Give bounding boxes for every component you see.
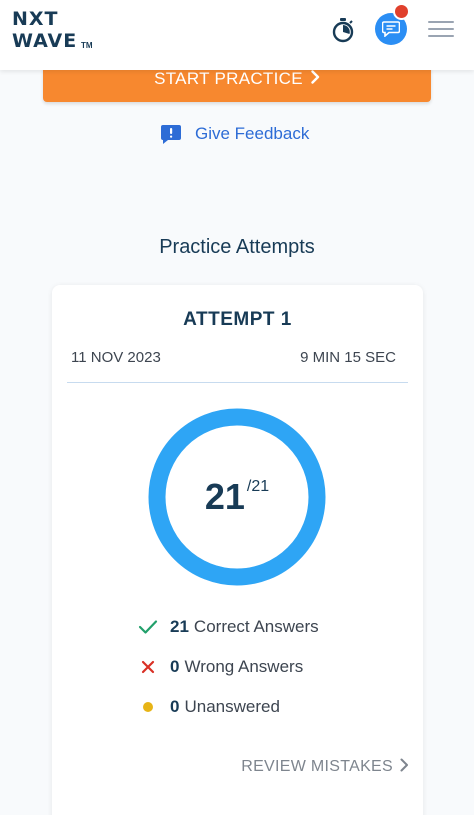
chat-icon (382, 21, 400, 37)
start-practice-label: START PRACTICE (154, 69, 303, 88)
yellow-dot-icon (138, 697, 158, 717)
attempt-title: ATTEMPT 1 (183, 309, 292, 330)
attempt-duration: 9 MIN 15 SEC (300, 349, 396, 366)
hamburger-menu-icon[interactable] (428, 19, 454, 39)
wrong-answers-stat: 0 Wrong Answers (138, 655, 303, 679)
practice-attempts-title: Practice Attempts (159, 236, 315, 258)
attempt-date: 11 NOV 2023 (71, 349, 161, 366)
give-feedback-label: Give Feedback (195, 124, 310, 143)
practice-page: NXT WAVE TM START PRACTICE Give Feedback… (0, 0, 474, 815)
chevron-right-icon (400, 758, 409, 777)
correct-count: 21 (170, 617, 189, 636)
correct-label: Correct Answers (193, 617, 319, 636)
correct-answers-stat: 21 Correct Answers (138, 615, 319, 639)
review-mistakes-label: REVIEW MISTAKES (241, 758, 393, 775)
card-divider (67, 382, 408, 383)
give-feedback-link[interactable]: Give Feedback (160, 121, 309, 147)
score-total: /21 (246, 478, 270, 495)
nxtwave-logo[interactable]: NXT WAVE TM (12, 9, 102, 55)
unanswered-count: 0 (170, 697, 180, 716)
notification-dot (393, 3, 410, 20)
review-mistakes-button[interactable]: REVIEW MISTAKES (241, 755, 409, 779)
feedback-icon (160, 123, 182, 145)
wrong-count: 0 (170, 657, 180, 676)
unanswered-label: Unanswered (184, 697, 280, 716)
stopwatch-icon[interactable] (331, 17, 355, 43)
attempt-card: ATTEMPT 1 11 NOV 2023 9 MIN 15 SEC 21 /2… (52, 285, 423, 815)
chevron-right-icon (311, 69, 320, 89)
logo-text-line1: NXT (12, 8, 59, 30)
score-display: 21 /21 (147, 407, 327, 587)
logo-trademark: TM (81, 41, 93, 50)
top-header: NXT WAVE TM (0, 0, 474, 70)
wrong-label: Wrong Answers (184, 657, 304, 676)
score-value: 21 (204, 476, 245, 517)
logo-text-line2: WAVE (12, 30, 78, 52)
unanswered-stat: 0 Unanswered (138, 695, 280, 719)
check-icon (138, 617, 158, 637)
cross-icon (138, 657, 158, 677)
